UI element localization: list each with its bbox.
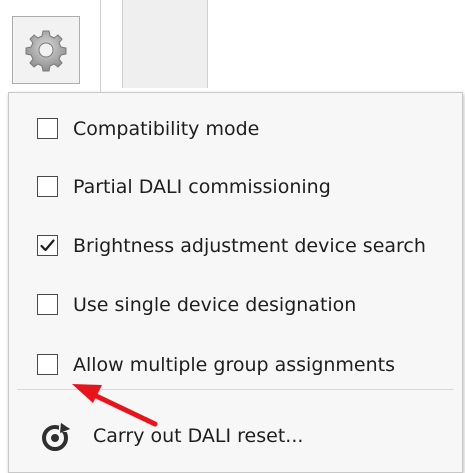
reset-icon [42,423,70,451]
gear-icon [25,30,67,72]
menu-item-compatibility-mode[interactable]: Compatibility mode [9,107,462,151]
settings-dropdown-menu: Compatibility mode Partial DALI commissi… [8,92,463,473]
menu-item-partial-dali-commissioning[interactable]: Partial DALI commissioning [9,165,462,209]
multiple-group-assignments-checkbox[interactable] [37,354,58,375]
menu-item-use-single-device-designation[interactable]: Use single device designation [9,283,462,327]
toolbar-divider [100,0,101,92]
brightness-adjustment-checkbox[interactable] [37,235,58,256]
menu-item-label: Brightness adjustment device search [73,235,426,257]
settings-button[interactable] [12,16,80,84]
single-device-designation-checkbox[interactable] [37,294,58,315]
menu-separator [17,389,454,390]
menu-item-allow-multiple-group-assignments[interactable]: Allow multiple group assignments [9,343,462,387]
menu-item-label: Partial DALI commissioning [73,176,331,198]
menu-item-label: Compatibility mode [73,118,260,140]
dali-reset-label: Carry out DALI reset... [93,425,304,447]
menu-item-label: Allow multiple group assignments [73,354,396,376]
adjacent-toolbar-panel [122,0,208,88]
partial-dali-commissioning-checkbox[interactable] [37,176,58,197]
menu-item-label: Use single device designation [73,294,357,316]
checkmark-icon [40,239,55,252]
compatibility-mode-checkbox[interactable] [37,118,58,139]
menu-item-brightness-adjustment-device-search[interactable]: Brightness adjustment device search [9,224,462,268]
